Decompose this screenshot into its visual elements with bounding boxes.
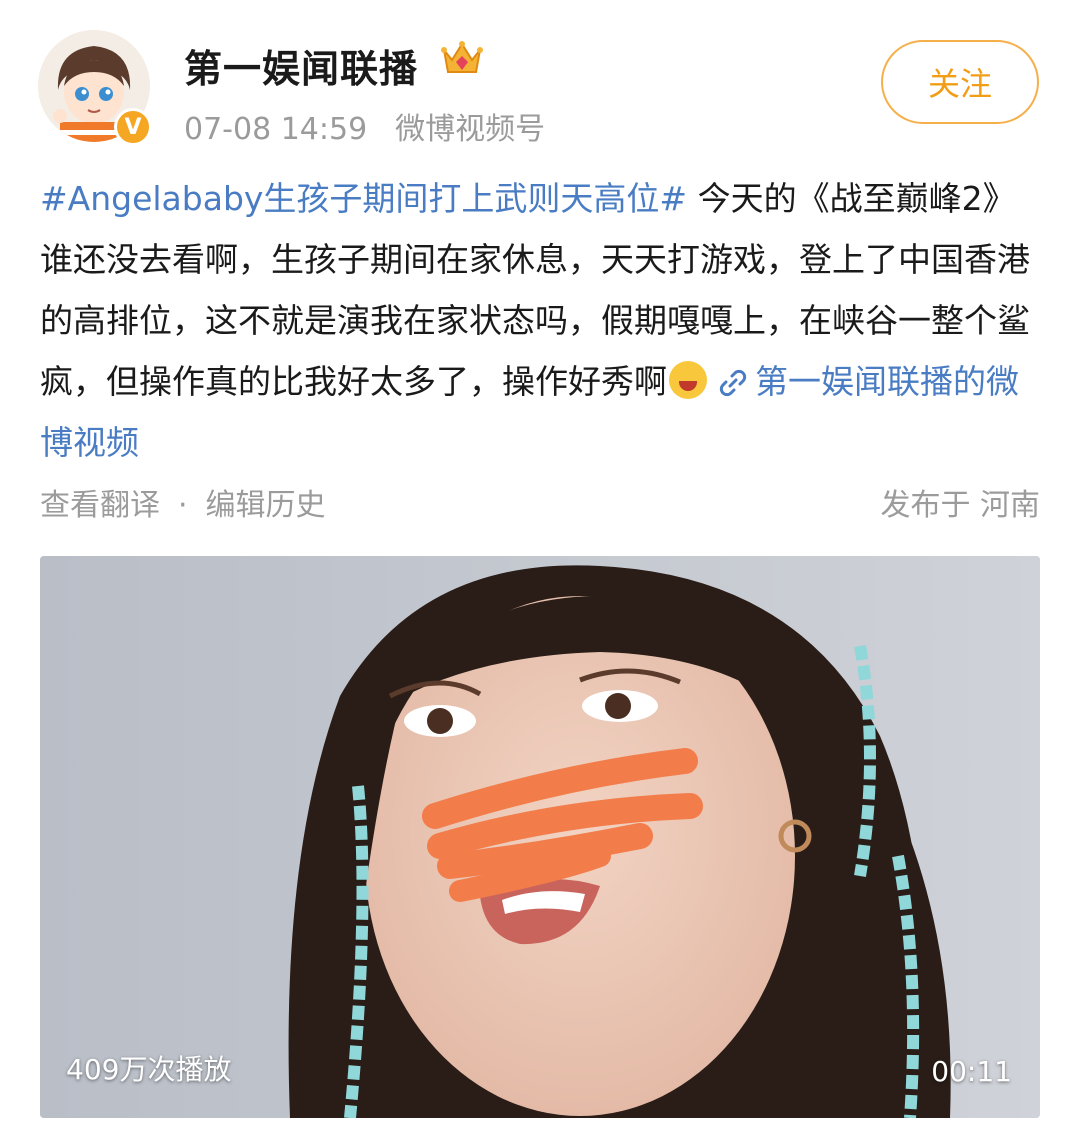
post-time: 07-08 14:59 <box>184 112 368 147</box>
separator-dot: · <box>178 488 188 523</box>
post-header: V 第一娱闻联播 07-08 14:59 微博视频号 关注 <box>0 0 1080 160</box>
edit-history-link[interactable]: 编辑历史 <box>206 488 326 523</box>
post-actions-row: 查看翻译 · 编辑历史 发布于 河南 <box>40 480 1040 524</box>
post-content: #Angelababy生孩子期间打上武则天高位# 今天的《战至巅峰2》谁还没去看… <box>40 168 1040 473</box>
verified-badge-icon: V <box>114 108 152 146</box>
post-source[interactable]: 微博视频号 <box>395 112 545 147</box>
topic-hashtag[interactable]: #Angelababy生孩子期间打上武则天高位# <box>40 179 687 218</box>
username[interactable]: 第一娱闻联播 <box>184 38 418 93</box>
play-count: 409万次播放 <box>66 1053 232 1086</box>
crown-icon <box>441 41 483 73</box>
post-meta: 07-08 14:59 微博视频号 <box>184 104 545 148</box>
link-icon <box>719 369 747 397</box>
translate-link[interactable]: 查看翻译 <box>40 488 160 523</box>
follow-button[interactable]: 关注 <box>881 40 1039 124</box>
laughing-crying-emoji-icon <box>669 361 707 399</box>
video-duration: 00:11 <box>931 1055 1012 1088</box>
video-thumbnail <box>40 556 1040 1118</box>
published-location: 发布于 河南 <box>880 488 1040 523</box>
video-player[interactable]: 409万次播放 00:11 <box>40 556 1040 1118</box>
